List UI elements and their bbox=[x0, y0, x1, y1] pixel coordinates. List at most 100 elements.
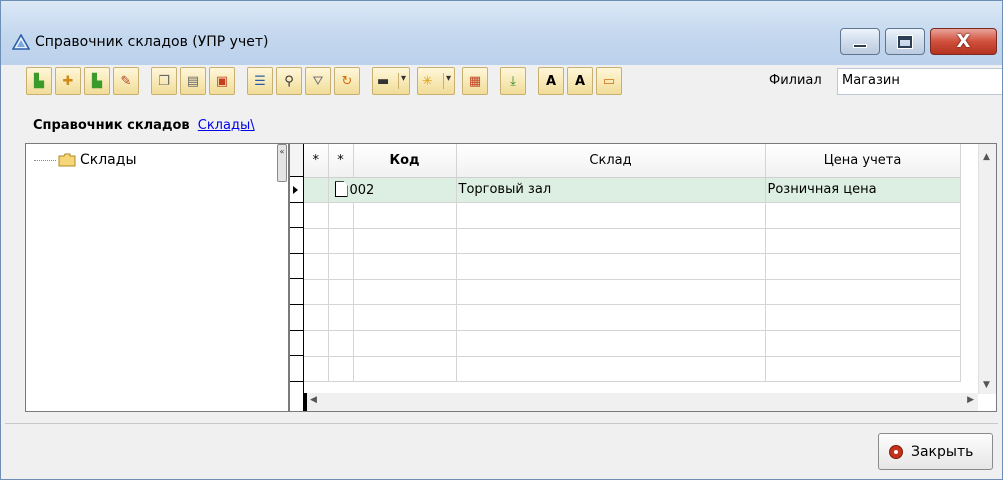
list-view-button[interactable]: ☰ bbox=[247, 67, 273, 95]
table-row bbox=[304, 279, 961, 306]
tree-item-warehouses[interactable]: Склады bbox=[34, 152, 137, 168]
delete-icon: ▣ bbox=[215, 73, 229, 89]
breadcrumb-title: Справочник складов bbox=[33, 118, 190, 133]
table-row bbox=[304, 304, 961, 332]
copy-icon: ❐ bbox=[158, 73, 170, 89]
maximize-button[interactable] bbox=[885, 28, 925, 55]
footer-divider bbox=[5, 423, 998, 424]
filial-field[interactable]: Магазин bbox=[837, 68, 1002, 95]
stop-icon bbox=[889, 444, 903, 459]
toolbar: ▙ ✚ ▙ ✎ ❐ ▤ ▣ ☰ ⚲ ⛛ ↻ ▬ ✳ ▦ ⤓ A A ▭ Фили… bbox=[26, 67, 1002, 97]
close-button-label: Закрыть bbox=[911, 443, 974, 460]
warehouse-directory-window: Справочник складов (УПР учет) X ▙ ✚ ▙ ✎ … bbox=[0, 0, 1003, 480]
row-indicator bbox=[290, 203, 303, 229]
close-icon: X bbox=[956, 31, 971, 52]
minimize-button[interactable] bbox=[840, 28, 880, 55]
export-button[interactable]: ▦ bbox=[462, 67, 488, 95]
filter-icon: ⛛ bbox=[312, 73, 324, 89]
current-row-arrow-icon bbox=[293, 186, 298, 194]
window-title: Справочник складов (УПР учет) bbox=[35, 34, 269, 50]
app-logo-icon bbox=[12, 34, 30, 50]
font-smaller-icon: A bbox=[574, 73, 586, 89]
scroll-position-marker bbox=[304, 393, 307, 411]
cell-price: Розничная цена bbox=[765, 177, 961, 204]
font-larger-button[interactable]: A bbox=[538, 67, 564, 95]
import-icon: ⤓ bbox=[510, 73, 516, 89]
export-icon: ▦ bbox=[468, 73, 482, 89]
add-copy-icon: ▙ bbox=[92, 73, 102, 89]
collapse-icon: « bbox=[279, 147, 285, 156]
close-window-button[interactable]: X bbox=[930, 28, 997, 55]
copy-button[interactable]: ❐ bbox=[151, 67, 177, 95]
breadcrumb-link[interactable]: Склады\ bbox=[198, 118, 255, 133]
table-row bbox=[304, 253, 961, 280]
row-code: 002 bbox=[349, 183, 375, 199]
breadcrumb: Справочник складов Склады\ bbox=[33, 118, 255, 133]
table-row[interactable]: 002 Торговый зал Розничная цена bbox=[304, 177, 961, 204]
paste-icon: ▤ bbox=[186, 73, 200, 89]
edit-icon: ✎ bbox=[120, 73, 132, 89]
search-binoculars-icon: ⚲ bbox=[284, 73, 294, 89]
paste-button[interactable]: ▤ bbox=[180, 67, 206, 95]
add-element-icon: ✚ bbox=[62, 73, 74, 89]
horizontal-scrollbar[interactable]: ◀ ▶ bbox=[304, 393, 978, 411]
delete-button[interactable]: ▣ bbox=[209, 67, 235, 95]
refresh-icon: ↻ bbox=[341, 73, 353, 89]
column-header-price[interactable]: Цена учета bbox=[765, 144, 961, 178]
refresh-button[interactable]: ↻ bbox=[334, 67, 360, 95]
title-bar[interactable]: Справочник складов (УПР учет) X bbox=[1, 1, 1002, 65]
cell-mark1 bbox=[304, 177, 329, 204]
folder-icon bbox=[58, 153, 76, 167]
column-header-code[interactable]: Код bbox=[353, 144, 457, 178]
row-indicator bbox=[290, 228, 303, 254]
table-row bbox=[304, 202, 961, 229]
import-button[interactable]: ⤓ bbox=[500, 67, 526, 95]
font-smaller-button[interactable]: A bbox=[567, 67, 593, 95]
collapse-tree-handle[interactable]: « bbox=[277, 144, 287, 182]
row-indicator-column bbox=[290, 144, 304, 411]
warehouse-table: * * Код Склад Цена учета 002 Торговый за… bbox=[304, 144, 961, 383]
scroll-right-icon[interactable]: ▶ bbox=[967, 395, 974, 405]
row-indicator bbox=[290, 254, 303, 280]
scroll-down-icon[interactable]: ▼ bbox=[983, 380, 990, 390]
table-row bbox=[304, 228, 961, 255]
print-icon: ▬ bbox=[377, 73, 390, 89]
column-header-mark1[interactable]: * bbox=[304, 144, 329, 178]
minimize-icon bbox=[853, 43, 867, 48]
warehouse-grid: * * Код Склад Цена учета 002 Торговый за… bbox=[289, 143, 997, 412]
scroll-up-icon[interactable]: ▲ bbox=[983, 152, 990, 162]
add-copy-button[interactable]: ▙ bbox=[84, 67, 110, 95]
table-row bbox=[304, 356, 961, 383]
settings-icon: ✳ bbox=[422, 73, 433, 89]
vertical-scrollbar[interactable]: ▲ ▼ bbox=[978, 144, 996, 394]
filial-label: Филиал bbox=[769, 73, 822, 88]
row-indicator bbox=[290, 331, 303, 357]
list-view-icon: ☰ bbox=[254, 73, 266, 89]
column-header-warehouse[interactable]: Склад bbox=[456, 144, 766, 178]
close-button[interactable]: Закрыть bbox=[878, 433, 993, 470]
add-element-button[interactable]: ✚ bbox=[55, 67, 81, 95]
filter-button[interactable]: ⛛ bbox=[305, 67, 331, 95]
info-button[interactable]: ▭ bbox=[596, 67, 622, 95]
info-icon: ▭ bbox=[602, 73, 616, 89]
row-indicator bbox=[290, 305, 303, 331]
settings-dropdown-button[interactable]: ✳ bbox=[417, 67, 455, 95]
table-row bbox=[304, 330, 961, 357]
edit-button[interactable]: ✎ bbox=[113, 67, 139, 95]
print-dropdown-button[interactable]: ▬ bbox=[372, 67, 410, 95]
row-indicator bbox=[290, 279, 303, 305]
column-header-mark2[interactable]: * bbox=[328, 144, 354, 178]
indicator-header bbox=[290, 144, 303, 177]
maximize-icon bbox=[897, 34, 913, 49]
row-indicator bbox=[290, 356, 303, 382]
add-group-button[interactable]: ▙ bbox=[26, 67, 52, 95]
document-icon bbox=[334, 181, 348, 198]
font-larger-icon: A bbox=[545, 73, 557, 89]
search-button[interactable]: ⚲ bbox=[276, 67, 302, 95]
cell-code: 002 bbox=[328, 177, 457, 204]
tree-connector bbox=[34, 159, 56, 161]
row-indicator bbox=[290, 177, 303, 203]
scroll-left-icon[interactable]: ◀ bbox=[310, 395, 317, 405]
cell-warehouse: Торговый зал bbox=[456, 177, 766, 204]
add-group-icon: ▙ bbox=[34, 73, 44, 89]
